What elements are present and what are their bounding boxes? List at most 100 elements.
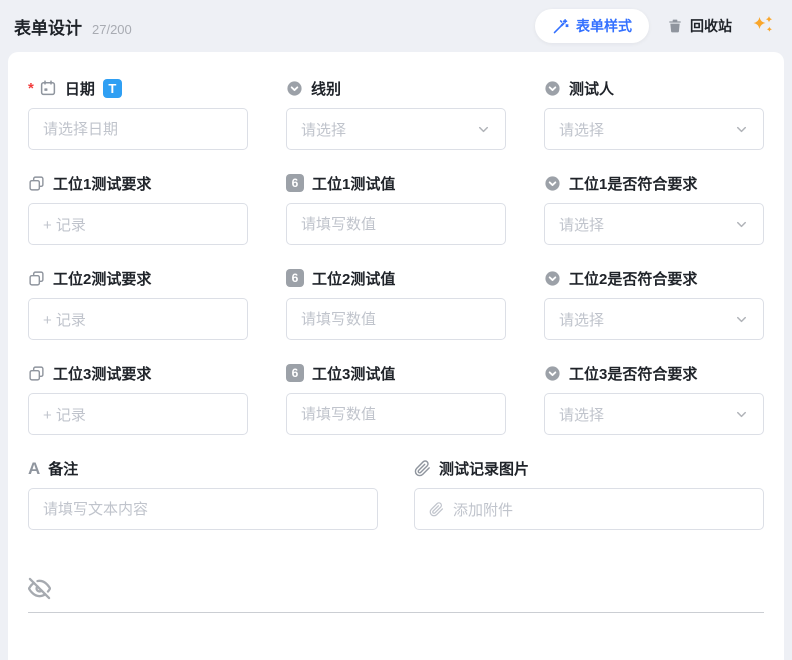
number-icon: 6 <box>286 364 304 382</box>
page-title: 表单设计 <box>14 18 82 38</box>
linked-record-icon <box>28 365 45 382</box>
form-field[interactable]: 6 工位2测试值 <box>286 268 506 340</box>
attachment-icon <box>414 459 431 477</box>
ai-sparkles-icon[interactable] <box>750 13 776 39</box>
header-right: 表单样式 回收站 <box>535 9 776 43</box>
form-field[interactable]: 6 工位3测试值 <box>286 363 506 435</box>
number-icon: 6 <box>286 174 304 192</box>
required-asterisk: * <box>28 79 34 97</box>
chevron-down-icon <box>476 122 491 137</box>
add-record-placeholder: + 记录 <box>43 406 86 424</box>
add-record-placeholder: + 记录 <box>43 311 86 329</box>
field-label-row: 工位2是否符合要求 <box>544 268 764 288</box>
form-field[interactable]: * 日期 T <box>28 78 248 150</box>
number-input[interactable] <box>286 298 506 340</box>
recycle-bin-label: 回收站 <box>690 18 732 34</box>
field-label-row: 线别 <box>286 78 506 98</box>
form-field[interactable]: 工位1是否符合要求请选择 <box>544 173 764 245</box>
form-field[interactable]: 工位2测试要求 + 记录 <box>28 268 248 340</box>
field-label: 工位2测试值 <box>312 270 396 288</box>
field-label: 工位3是否符合要求 <box>569 365 698 383</box>
select-placeholder: 请选择 <box>559 311 605 329</box>
form-style-label: 表单样式 <box>576 18 632 34</box>
field-label-row: 测试记录图片 <box>414 458 764 478</box>
form-field[interactable]: A 备注 <box>28 458 378 530</box>
select-placeholder: 请选择 <box>559 406 605 424</box>
select-icon <box>544 270 561 287</box>
select-control[interactable]: 请选择 <box>286 108 506 150</box>
field-label-row: 工位3测试要求 <box>28 363 248 383</box>
form-field[interactable]: 工位3测试要求 + 记录 <box>28 363 248 435</box>
number-icon: 6 <box>286 269 304 287</box>
number-input[interactable] <box>286 203 506 245</box>
select-icon <box>544 365 561 382</box>
field-label-row: 6 工位3测试值 <box>286 363 506 383</box>
select-icon <box>544 175 561 192</box>
field-label-row: 工位2测试要求 <box>28 268 248 288</box>
linked-record-icon <box>28 270 45 287</box>
field-label: 工位1测试要求 <box>53 175 152 193</box>
select-control[interactable]: 请选择 <box>544 298 764 340</box>
field-label-row: 6 工位1测试值 <box>286 173 506 193</box>
chevron-down-icon <box>734 217 749 232</box>
select-control[interactable]: 请选择 <box>544 108 764 150</box>
field-label: 测试人 <box>569 80 615 98</box>
number-input[interactable] <box>286 393 506 435</box>
form-field[interactable]: 线别 请选择 <box>286 78 506 150</box>
chevron-down-icon <box>734 122 749 137</box>
select-placeholder: 请选择 <box>301 121 347 139</box>
select-placeholder: 请选择 <box>559 121 605 139</box>
select-placeholder: 请选择 <box>559 216 605 234</box>
field-count: 27/200 <box>92 21 132 37</box>
field-label-row: 工位1测试要求 <box>28 173 248 193</box>
field-label: 线别 <box>311 80 342 98</box>
form-field[interactable]: 工位1测试要求 + 记录 <box>28 173 248 245</box>
date-input[interactable] <box>28 108 248 150</box>
add-record-placeholder: + 记录 <box>43 216 86 234</box>
header-left: 表单设计 27/200 <box>14 14 132 39</box>
fields-grid: *日期T线别请选择测试人请选择工位1测试要求+ 记录6工位1测试值工位1是否符合… <box>28 78 764 458</box>
recycle-bin-button[interactable]: 回收站 <box>667 16 732 36</box>
add-record-control[interactable]: + 记录 <box>28 298 248 340</box>
field-label: 工位2测试要求 <box>53 270 152 288</box>
field-label: 日期 <box>64 80 95 98</box>
paperclip-icon <box>429 501 444 517</box>
hidden-fields-section <box>28 577 764 605</box>
select-icon <box>286 80 303 97</box>
field-label-row: 6 工位2测试值 <box>286 268 506 288</box>
linked-record-icon <box>28 175 45 192</box>
form-style-button[interactable]: 表单样式 <box>535 9 649 43</box>
divider <box>28 612 764 613</box>
field-label: 工位2是否符合要求 <box>569 270 698 288</box>
field-label: 工位1是否符合要求 <box>569 175 698 193</box>
trash-icon <box>667 18 683 34</box>
text-input[interactable] <box>28 488 378 530</box>
header: 表单设计 27/200 表单样式 回收站 <box>0 0 792 52</box>
form-canvas: *日期T线别请选择测试人请选择工位1测试要求+ 记录6工位1测试值工位1是否符合… <box>8 52 784 660</box>
add-attachment-control[interactable]: 添加附件 <box>414 488 764 530</box>
eye-off-icon[interactable] <box>28 577 51 600</box>
field-label: 工位1测试值 <box>312 175 396 193</box>
add-record-control[interactable]: + 记录 <box>28 203 248 245</box>
field-label-row: * 日期 T <box>28 78 248 98</box>
field-label-row: 测试人 <box>544 78 764 98</box>
form-field[interactable]: 测试人请选择 <box>544 78 764 150</box>
wide-fields-grid: A 备注 测试记录图片添加附件 <box>28 458 764 553</box>
calendar-icon <box>39 79 57 97</box>
select-control[interactable]: 请选择 <box>544 203 764 245</box>
form-field[interactable]: 6 工位1测试值 <box>286 173 506 245</box>
field-label: 工位3测试要求 <box>53 365 152 383</box>
chevron-down-icon <box>734 407 749 422</box>
form-field[interactable]: 工位2是否符合要求请选择 <box>544 268 764 340</box>
form-field[interactable]: 测试记录图片 添加附件 <box>414 458 764 530</box>
field-label-row: A 备注 <box>28 458 378 478</box>
field-label: 测试记录图片 <box>439 460 530 478</box>
select-control[interactable]: 请选择 <box>544 393 764 435</box>
field-label: 备注 <box>48 460 79 478</box>
add-attachment-placeholder: 添加附件 <box>453 501 514 519</box>
form-field[interactable]: 工位3是否符合要求请选择 <box>544 363 764 435</box>
add-record-control[interactable]: + 记录 <box>28 393 248 435</box>
select-icon <box>544 80 561 97</box>
field-label: 工位3测试值 <box>312 365 396 383</box>
magic-wand-icon <box>552 18 569 35</box>
